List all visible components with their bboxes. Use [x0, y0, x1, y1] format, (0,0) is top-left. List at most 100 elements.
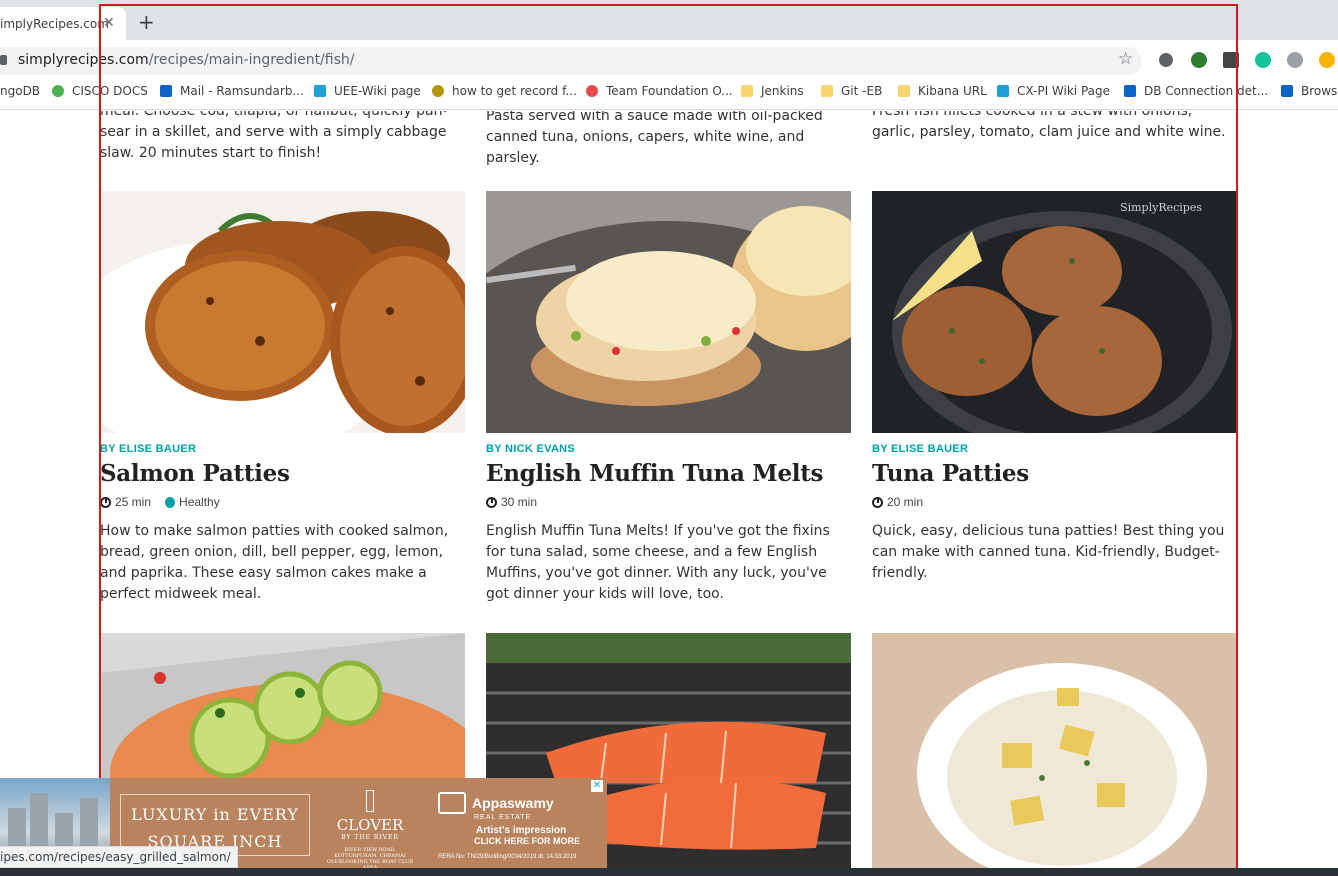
clover-emblem-icon — [366, 790, 374, 812]
bookmark-item[interactable]: ngoDB — [0, 84, 40, 98]
cisco-icon — [997, 85, 1009, 97]
bookmark-label: ngoDB — [0, 84, 41, 98]
bookmark-label: how to get record f... — [452, 84, 577, 98]
recipe-author[interactable]: BY ELISE BAUER — [872, 443, 1237, 455]
recipe-meta: 25 min Healthy — [100, 495, 465, 509]
ad-clover-address: RIVER VIEW ROAD, KOTTURPURAM, CHENNAI — [334, 847, 406, 859]
ad-cta-2[interactable]: CLICK HERE FOR MORE — [474, 836, 606, 846]
page-content: meal. Choose cod, tilapia, or halibut, q… — [0, 111, 1338, 876]
bookmark-label: Browse — [1301, 84, 1338, 98]
recipe-title[interactable]: Tuna Patties — [872, 460, 1237, 487]
bookmark-label: Git -EB — [841, 84, 883, 98]
bookmark-item[interactable]: how to get record f... — [432, 84, 577, 98]
status-bar-url: ipes.com/recipes/easy_grilled_salmon/ — [0, 846, 238, 868]
ad-rera: RERA No: TN/29/Building/0034/2019 dt. 14… — [438, 854, 577, 860]
bookmark-item[interactable]: UEE-Wiki page — [314, 84, 421, 98]
bookmark-item[interactable]: DB Connection det... — [1124, 84, 1268, 98]
recipe-time: 30 min — [501, 495, 538, 509]
recipe-card-salmon-patties: BY ELISE BAUER Salmon Patties 25 min Hea… — [100, 443, 465, 605]
recipe-description: Pasta served with a sauce made with oil-… — [486, 111, 823, 166]
bookmark-label: Kibana URL — [918, 84, 987, 98]
recipe-card-tuna-melts: BY NICK EVANS English Muffin Tuna Melts … — [486, 443, 851, 605]
bookmark-label: UEE-Wiki page — [334, 84, 421, 98]
recipe-meta: 30 min — [486, 495, 851, 509]
grammarly-icon[interactable] — [1255, 52, 1271, 68]
extension-grid-icon[interactable] — [1223, 52, 1239, 68]
recipe-author[interactable]: BY NICK EVANS — [486, 443, 851, 455]
apple-icon — [165, 496, 176, 508]
url-path: /recipes/main-ingredient/fish/ — [148, 52, 355, 68]
taskbar-edge — [0, 868, 1338, 876]
ad-brand: Appaswamy — [472, 795, 554, 811]
bookmark-item[interactable]: CX-PI Wiki Page — [997, 84, 1110, 98]
folder-icon — [741, 85, 753, 97]
tfs-icon — [586, 85, 598, 97]
bookmark-item[interactable]: CISCO DOCS — [52, 84, 148, 98]
bookmark-label: Mail - Ramsundarb... — [180, 84, 304, 98]
appaswamy-logo-icon — [438, 792, 466, 814]
ad-appaswamy: Appaswamy REAL ESTATE Artist's impressio… — [438, 792, 606, 860]
bookmark-label: DB Connection det... — [1144, 84, 1269, 98]
recipe-title[interactable]: English Muffin Tuna Melts — [486, 460, 851, 487]
folder-icon — [898, 85, 910, 97]
ad-clover-name: CLOVER — [336, 816, 404, 834]
cisco-icon — [314, 85, 326, 97]
clock-icon — [872, 496, 883, 508]
recipe-description: English Muffin Tuna Melts! If you've got… — [486, 523, 830, 602]
bookmark-item[interactable]: Mail - Ramsundarb... — [160, 84, 304, 98]
recipe-image-salmon-patties[interactable] — [100, 191, 465, 433]
ad-headline-line1: LUXURY in EVERY — [131, 805, 299, 824]
extension-evernote-icon[interactable] — [1191, 52, 1207, 68]
bookmark-label: CX-PI Wiki Page — [1017, 84, 1111, 98]
outlook-icon — [160, 85, 172, 97]
tab-title: implyRecipes.com — [0, 17, 109, 31]
recipe-image-fish-chowder[interactable] — [872, 633, 1237, 876]
bookmark-item[interactable]: Git -EB — [821, 84, 882, 98]
tab-strip: implyRecipes.com ✕ + — [0, 0, 1338, 40]
bookmark-label: CISCO DOCS — [72, 84, 148, 98]
ad-brand-sub: REAL ESTATE — [474, 814, 532, 821]
simplyrecipes-watermark: SimplyRecipes — [1120, 201, 1202, 214]
bookmark-label: Jenkins — [761, 84, 804, 98]
lock-icon — [0, 55, 7, 65]
recipe-description: meal. Choose cod, tilapia, or halibut, q… — [100, 111, 448, 161]
recipe-description: How to make salmon patties with cooked s… — [100, 523, 449, 602]
recipe-tag[interactable]: Healthy — [179, 495, 220, 509]
recipe-title[interactable]: Salmon Patties — [100, 460, 465, 487]
recipe-description: Fresh fish fillets cooked in a stew with… — [872, 111, 1226, 140]
browser-tab[interactable]: implyRecipes.com ✕ — [0, 7, 126, 40]
bookmark-item[interactable]: Kibana URL — [898, 84, 987, 98]
bookmark-icon — [52, 85, 64, 97]
extension-record-icon[interactable] — [1159, 53, 1173, 67]
bookmark-item[interactable]: Jenkins — [741, 84, 804, 98]
clock-icon — [100, 496, 111, 508]
recipe-time: 25 min — [115, 495, 152, 509]
clock-icon — [486, 496, 497, 508]
bookmark-label: Team Foundation O... — [606, 84, 733, 98]
recipe-description: Quick, easy, delicious tuna patties! Bes… — [872, 523, 1225, 581]
bookmark-icon — [432, 85, 444, 97]
ad-clover-sub: BY THE RIVER — [341, 834, 399, 841]
bookmark-icon — [1124, 85, 1136, 97]
tab-close-icon[interactable]: ✕ — [103, 15, 115, 31]
recipe-author[interactable]: BY ELISE BAUER — [100, 443, 465, 455]
extension-globe-icon[interactable] — [1287, 52, 1303, 68]
recipe-time: 20 min — [887, 495, 924, 509]
ad-cta-1: Artist's impression — [476, 825, 567, 836]
recipe-image-tuna-patties[interactable]: SimplyRecipes — [872, 191, 1237, 433]
url-host: simplyrecipes.com — [18, 52, 149, 68]
recipe-image-tuna-melts[interactable] — [486, 191, 851, 433]
ad-clover-address2: OVERLOOKING THE BOAT CLUB AREA — [326, 859, 414, 868]
bookmark-item[interactable]: Team Foundation O... — [586, 84, 733, 98]
folder-icon — [821, 85, 833, 97]
ad-close-icon[interactable]: ✕ — [591, 780, 603, 792]
bookmark-icon — [1281, 85, 1293, 97]
ad-clover-logo: CLOVER BY THE RIVER RIVER VIEW ROAD, KOT… — [322, 790, 418, 868]
url-text[interactable]: simplyrecipes.com/recipes/main-ingredien… — [18, 52, 354, 68]
bookmark-star-icon[interactable]: ☆ — [1118, 49, 1133, 69]
extension-chrome-icon[interactable] — [1319, 52, 1335, 68]
recipe-card-tuna-patties: BY ELISE BAUER Tuna Patties 20 min Quick… — [872, 443, 1237, 584]
new-tab-button[interactable]: + — [138, 12, 155, 32]
bookmark-item[interactable]: Browse — [1281, 84, 1338, 98]
recipe-meta: 20 min — [872, 495, 1237, 509]
